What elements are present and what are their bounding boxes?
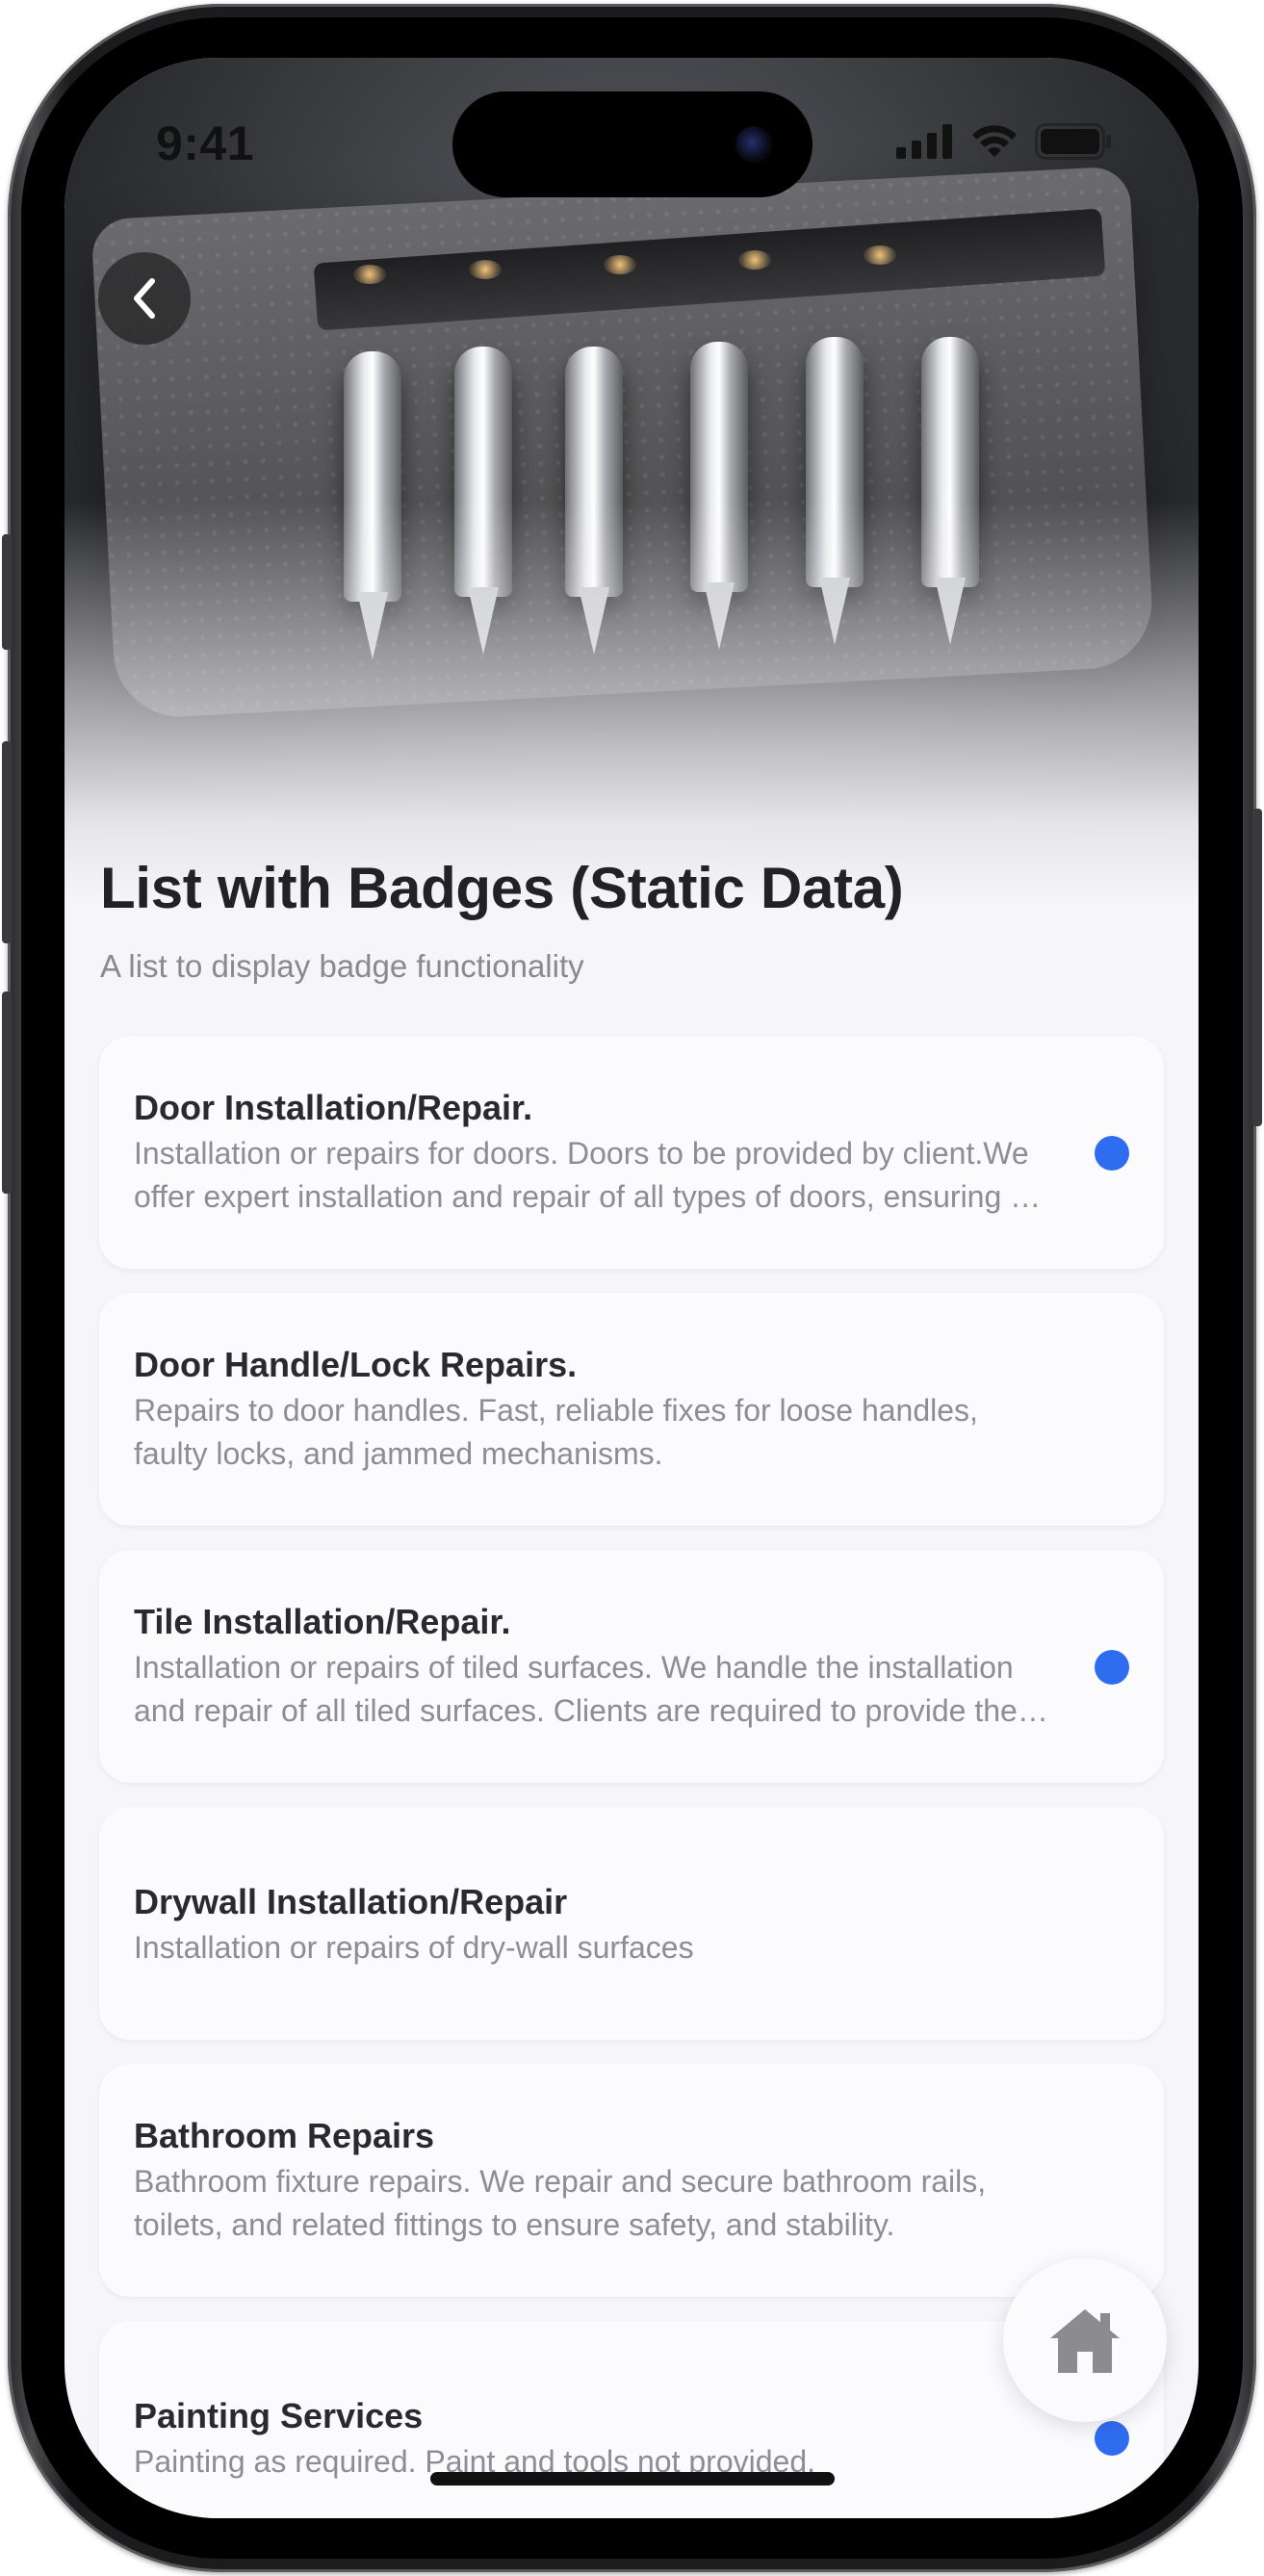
list-item-title: Door Handle/Lock Repairs. [134,1345,578,1384]
home-fab-button[interactable] [1003,2258,1167,2422]
light-reflection [864,245,896,265]
light-reflection [469,260,502,279]
home-indicator[interactable] [430,2472,835,2486]
page-subtitle: A list to display badge functionality [100,948,584,984]
volume-up-button [2,741,12,943]
chevron-left-icon [134,278,155,319]
service-list: Door Installation/Repair. Installation o… [99,1036,1164,2518]
list-item[interactable]: Door Handle/Lock Repairs. Repairs to doo… [99,1293,1164,1526]
battery-icon [1035,123,1111,160]
wifi-icon [972,125,1017,157]
hero-fade [64,501,1199,905]
front-camera [735,126,772,163]
list-item[interactable]: Tile Installation/Repair. Installation o… [99,1550,1164,1783]
page-title: List with Badges (Static Data) [100,856,904,920]
list-item-description: Repairs to door handles. Fast, reliable … [134,1393,978,1471]
light-reflection [353,265,386,284]
list-item-description: Installation or repairs of tiled surface… [134,1650,1018,1728]
list-item-title: Painting Services [134,2396,424,2435]
volume-down-button [2,992,12,1194]
action-button [2,534,12,650]
app-screen: 9:41 List with Badges (Static Data) A li… [64,58,1199,2518]
list-item-title: Drywall Installation/Repair [134,1882,568,1921]
badge-dot [1095,1650,1129,1685]
list-item-title: Door Installation/Repair. [134,1088,533,1127]
power-button [1252,809,1262,1126]
home-icon [1050,2309,1120,2373]
list-item-description: Installation or repairs of dry-wall surf… [134,1930,694,1965]
list-item[interactable]: Door Installation/Repair. Installation o… [99,1036,1164,1269]
badge-dot [1095,2421,1129,2456]
list-item-description: Installation or repairs for doors. Doors… [134,1136,1029,1214]
status-icons [896,123,1112,160]
back-button[interactable] [98,252,191,345]
badge-dot [1095,1136,1129,1171]
light-reflection [604,255,636,274]
list-item[interactable]: Bathroom Repairs Bathroom fixture repair… [99,2064,1164,2297]
cellular-signal-icon [896,124,952,159]
light-reflection [738,250,771,270]
dynamic-island [452,91,813,197]
list-item[interactable]: Drywall Installation/Repair Installation… [99,1807,1164,2040]
list-item-title: Bathroom Repairs [134,2116,435,2155]
list-item-title: Tile Installation/Repair. [134,1602,511,1641]
status-time: 9:41 [156,116,255,170]
list-item-description: Bathroom fixture repairs. We repair and … [134,2164,987,2242]
